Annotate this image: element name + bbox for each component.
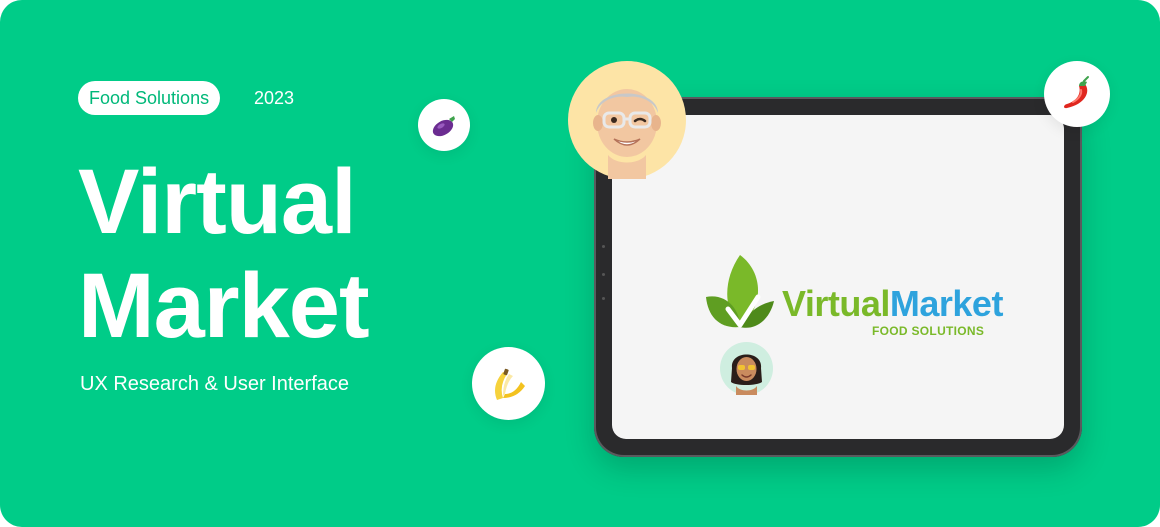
tablet-sensor [602, 297, 605, 300]
tablet-sensor [602, 273, 605, 276]
chili-bubble [1044, 61, 1110, 127]
logo-wordmark: VirtualMarket [782, 283, 1003, 325]
woman-memoji-avatar [720, 342, 773, 395]
title-line-1: Virtual [78, 151, 357, 253]
woman-memoji-icon [731, 354, 762, 395]
year-label: 2023 [254, 88, 295, 108]
banana-icon [494, 368, 525, 400]
eggplant-bubble [418, 99, 470, 151]
virtual-market-logo: VirtualMarket FOOD SOLUTIONS [704, 251, 1024, 341]
hero-banner: Food Solutions 2023 Virtual Market UX Re… [0, 0, 1160, 527]
subtitle: UX Research & User Interface [80, 373, 349, 395]
logo-tagline: FOOD SOLUTIONS [872, 324, 985, 338]
tablet-sensor [602, 245, 605, 248]
man-memoji-icon [593, 89, 661, 179]
eggplant-icon [432, 116, 455, 137]
logo-word-market: Market [889, 283, 1004, 324]
logo-word-virtual: Virtual [782, 283, 890, 324]
category-tag: Food Solutions [78, 81, 221, 115]
page-title: Virtual Market [78, 150, 370, 358]
title-line-2: Market [78, 255, 370, 357]
chili-pepper-icon [1064, 76, 1089, 109]
man-memoji-avatar [568, 61, 686, 179]
leaf-logo-icon [706, 255, 774, 328]
banana-bubble [472, 347, 545, 420]
